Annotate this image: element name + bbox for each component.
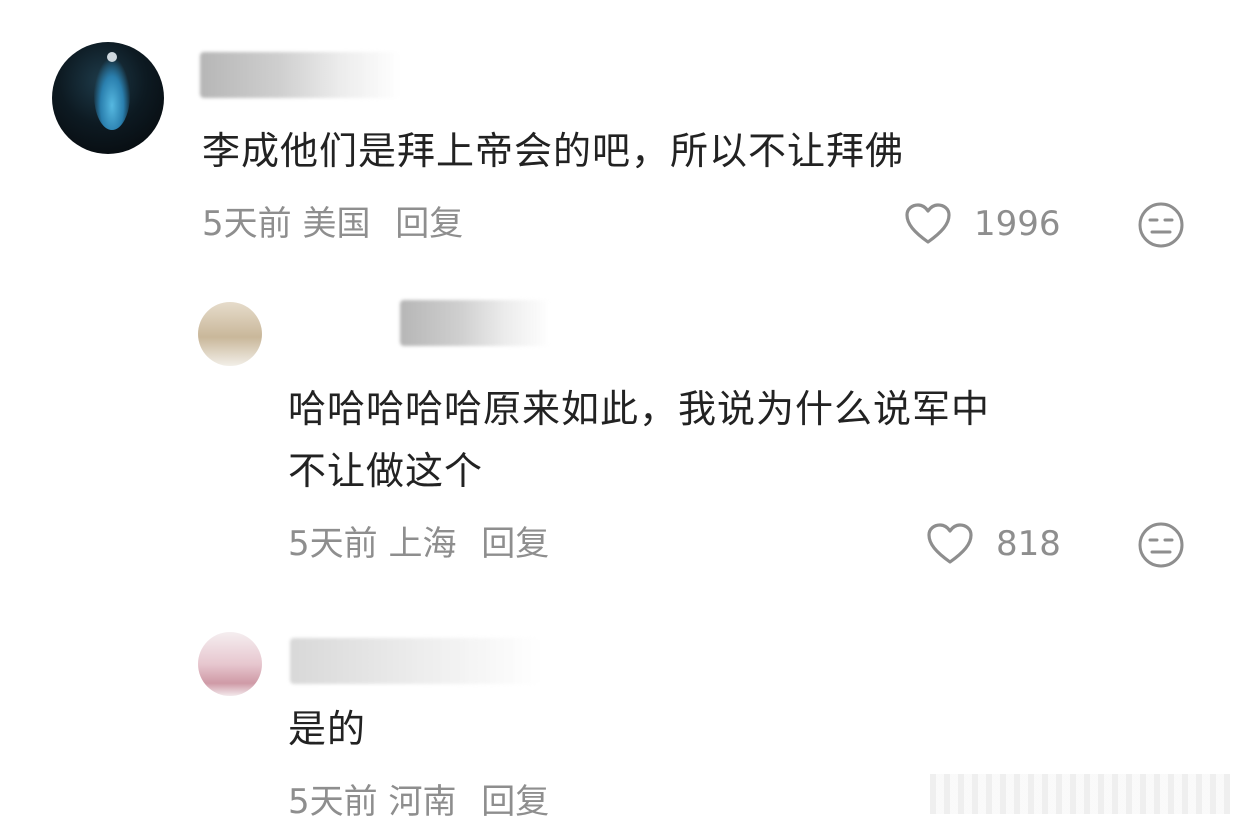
heart-outline-icon (905, 203, 951, 244)
reply-button[interactable]: 回复 (481, 524, 549, 564)
comment-text-line1: 哈哈哈哈哈原来如此，我说为什么说军中 (288, 387, 991, 431)
avatar[interactable] (198, 632, 262, 696)
like-button[interactable]: 818 (926, 522, 1061, 566)
comment-time: 5天前 (202, 204, 292, 244)
like-count: 1996 (974, 204, 1061, 244)
like-count: 818 (996, 524, 1061, 564)
heart-outline-icon (927, 523, 973, 564)
comment-meta: 5天前 上海 回复 (288, 522, 549, 566)
username-blurred[interactable] (400, 300, 550, 346)
reply-button[interactable]: 回复 (395, 204, 463, 244)
username-blurred[interactable] (200, 52, 400, 98)
neutral-face-icon[interactable] (1137, 521, 1185, 569)
avatar-figure (94, 60, 130, 130)
avatar-figure-head (107, 52, 117, 62)
comment-time: 5天前 (288, 524, 378, 564)
reply-item: 哈哈哈哈哈原来如此，我说为什么说军中 不让做这个 5天前 上海 回复 818 (0, 290, 1260, 580)
reply-button[interactable]: 回复 (481, 782, 549, 822)
comment-text-line2: 不让做这个 (288, 449, 484, 493)
comment-text: 李成他们是拜上帝会的吧，所以不让拜佛 (202, 129, 905, 173)
username-blurred[interactable] (290, 638, 540, 684)
comment-location: 河南 (388, 782, 457, 822)
comment-item: 李成他们是拜上帝会的吧，所以不让拜佛 5天前 美国 回复 1996 (0, 0, 1260, 270)
comment-meta: 5天前 河南 回复 (288, 780, 549, 824)
comment-location: 美国 (302, 204, 371, 244)
comment-text: 是的 (288, 707, 367, 751)
comment-time: 5天前 (288, 782, 378, 822)
comment-location: 上海 (388, 524, 457, 564)
avatar[interactable] (198, 302, 262, 366)
watermark (930, 774, 1230, 814)
avatar[interactable] (52, 42, 164, 154)
comment-thread: 李成他们是拜上帝会的吧，所以不让拜佛 5天前 美国 回复 1996 哈哈哈哈哈原… (0, 0, 1260, 828)
comment-meta: 5天前 美国 回复 (202, 202, 463, 246)
like-button[interactable]: 1996 (904, 202, 1061, 246)
neutral-face-icon[interactable] (1137, 201, 1185, 249)
